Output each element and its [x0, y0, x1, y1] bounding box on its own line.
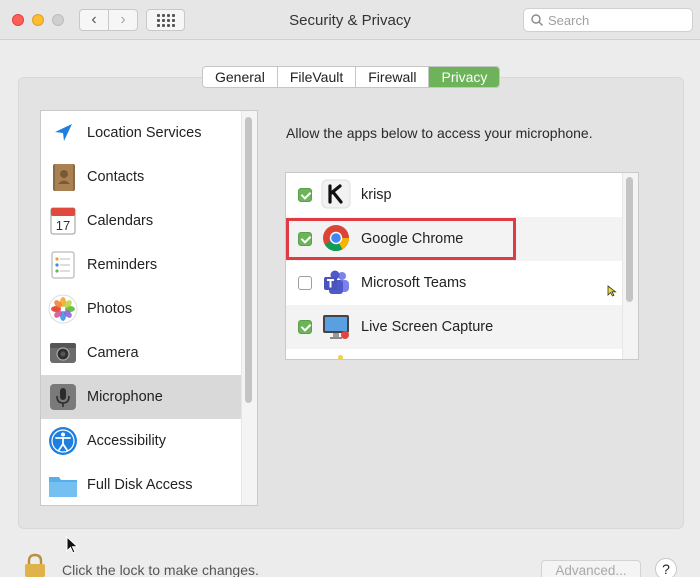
- tab-bar: General FileVault Firewall Privacy: [202, 66, 501, 88]
- app-permission-list: krisp Google Chrome Microsoft Teams Live…: [285, 172, 639, 360]
- sidebar-item-label: Calendars: [87, 213, 154, 229]
- camera-icon: [50, 343, 76, 363]
- microphone-access-description: Allow the apps below to access your micr…: [286, 125, 593, 141]
- sidebar-item-label: Contacts: [87, 169, 145, 185]
- sidebar-item-label: Microphone: [87, 389, 163, 405]
- teams-icon: [324, 270, 349, 294]
- title-bar: ‹ › Security & Privacy: [0, 0, 700, 40]
- sidebar-item-label: Camera: [87, 345, 139, 361]
- tab-general[interactable]: General: [203, 67, 278, 87]
- sidebar-scrollbar-thumb[interactable]: [245, 117, 252, 403]
- tab-privacy[interactable]: Privacy: [429, 67, 500, 87]
- folder-icon: [49, 477, 77, 497]
- app-list-scrollbar-thumb[interactable]: [626, 177, 633, 302]
- app-checkbox-krisp[interactable]: [298, 188, 312, 202]
- sidebar-item-photos[interactable]: Photos: [41, 287, 243, 331]
- svg-text:17: 17: [56, 218, 70, 233]
- location-arrow-icon: [55, 124, 72, 141]
- sidebar-item-label: Accessibility: [87, 433, 166, 449]
- sidebar-item-contacts[interactable]: Contacts: [41, 155, 243, 199]
- sidebar-item-location-services[interactable]: Location Services: [41, 111, 243, 155]
- screen-capture-icon: [323, 315, 349, 339]
- app-checkbox-live-screen-capture[interactable]: [298, 320, 312, 334]
- app-label: krisp: [361, 187, 392, 203]
- privacy-category-list: Location Services Contacts 17 Calendars …: [40, 110, 258, 506]
- sidebar-item-full-disk-access[interactable]: Full Disk Access: [41, 463, 243, 505]
- tab-filevault[interactable]: FileVault: [278, 67, 357, 87]
- partial-app-icon: [338, 355, 343, 359]
- google-chrome-highlight-box: [286, 218, 516, 260]
- photos-flower-icon: [48, 294, 78, 324]
- app-checkbox-microsoft-teams[interactable]: [298, 276, 312, 290]
- reminders-list-icon: [51, 251, 75, 279]
- tab-firewall[interactable]: Firewall: [356, 67, 430, 87]
- app-row-live-screen-capture: Live Screen Capture: [286, 305, 624, 349]
- sidebar-item-reminders[interactable]: Reminders: [41, 243, 243, 287]
- lock-icon[interactable]: [22, 553, 48, 577]
- contacts-book-icon: [53, 164, 75, 191]
- sidebar-item-microphone[interactable]: Microphone: [41, 375, 243, 419]
- app-row-krisp: krisp: [286, 173, 624, 217]
- yellow-cursor-icon: [607, 285, 617, 297]
- lock-instruction-text: Click the lock to make changes.: [62, 562, 259, 577]
- search-icon: [531, 14, 543, 26]
- app-list-scrollbar[interactable]: [622, 173, 638, 359]
- search-input[interactable]: [548, 11, 688, 29]
- sidebar-item-label: Location Services: [87, 125, 202, 141]
- sidebar-item-label: Full Disk Access: [87, 477, 193, 493]
- sidebar-item-label: Reminders: [87, 257, 158, 273]
- advanced-button[interactable]: Advanced...: [541, 560, 641, 577]
- app-label: Live Screen Capture: [361, 319, 494, 335]
- sidebar-item-accessibility[interactable]: Accessibility: [41, 419, 243, 463]
- app-row-microsoft-teams: Microsoft Teams: [286, 261, 624, 305]
- mouse-pointer-icon: [66, 536, 79, 554]
- search-field[interactable]: [523, 8, 693, 32]
- krisp-icon: [321, 179, 351, 209]
- sidebar-item-calendars[interactable]: 17 Calendars: [41, 199, 243, 243]
- microphone-icon: [50, 384, 76, 410]
- app-label: Microsoft Teams: [361, 275, 467, 291]
- help-button[interactable]: ?: [655, 558, 677, 577]
- sidebar-scrollbar[interactable]: [241, 111, 257, 505]
- calendar-icon: 17: [50, 207, 76, 235]
- accessibility-icon: [49, 427, 77, 455]
- sidebar-item-label: Photos: [87, 301, 133, 317]
- sidebar-item-camera[interactable]: Camera: [41, 331, 243, 375]
